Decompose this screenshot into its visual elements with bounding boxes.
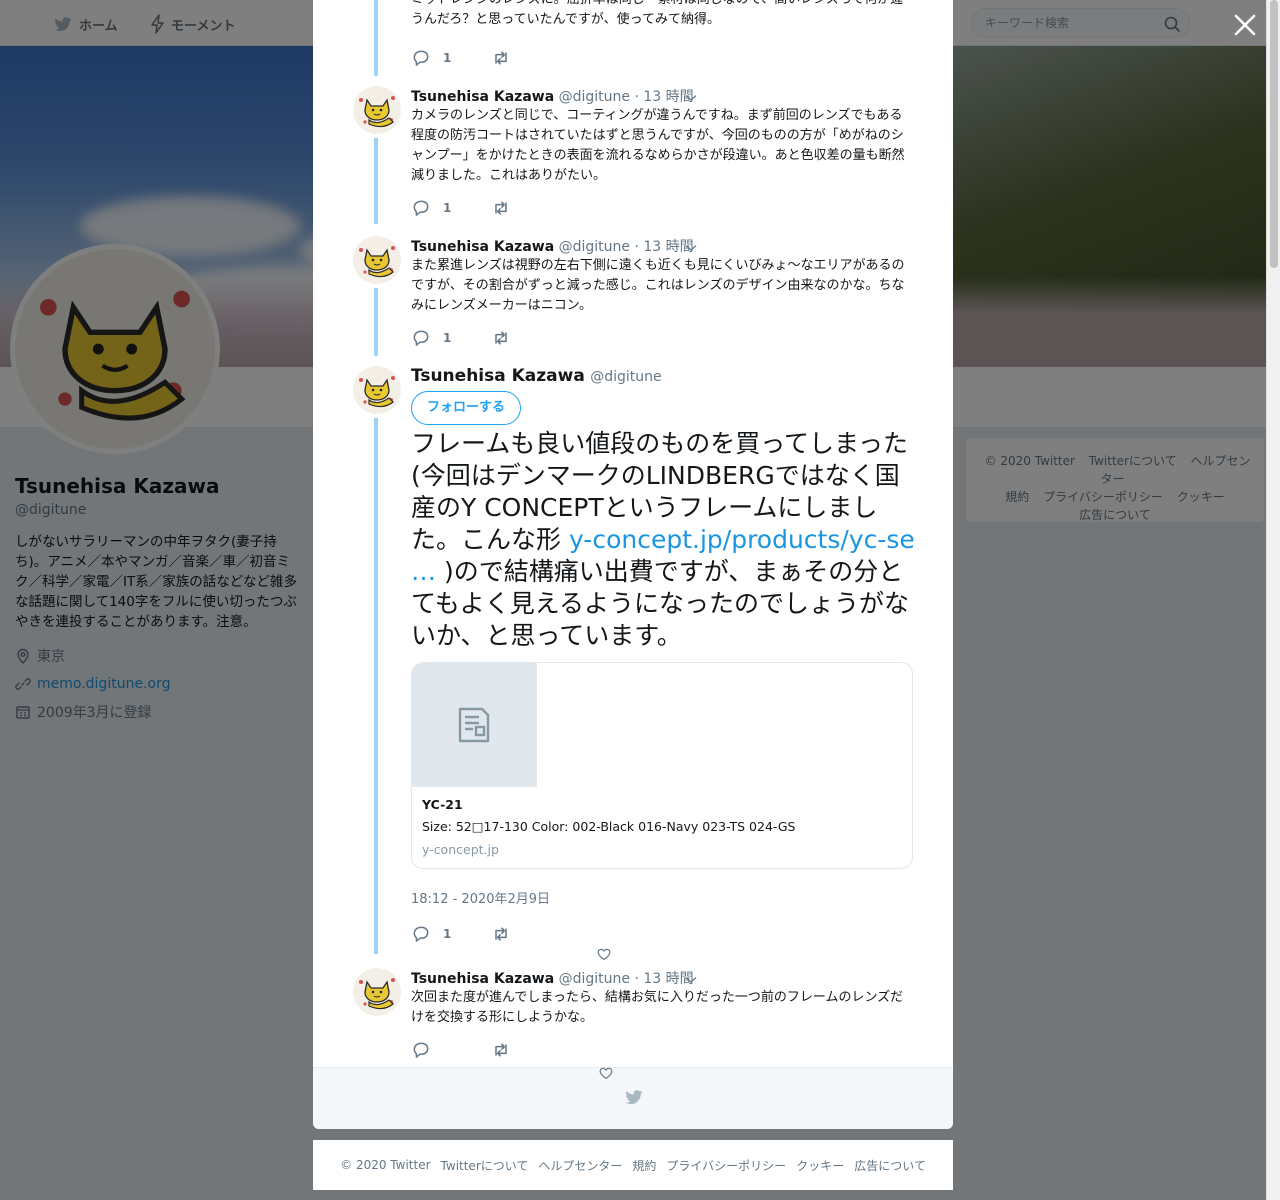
tweet-avatar[interactable] — [353, 236, 401, 284]
follow-button[interactable]: フォローする — [411, 391, 521, 425]
tweet-author-name[interactable]: Tsunehisa Kazawa — [411, 971, 554, 987]
reply-button[interactable]: 1 — [411, 328, 451, 348]
tweet-text: また累進レンズは視野の左右下側に遠くも近くも見にくいびみょ〜なエリアがあるのです… — [411, 258, 905, 313]
retweet-icon — [491, 328, 511, 348]
footer-terms[interactable]: 規約 — [632, 1157, 656, 1174]
tweet-avatar[interactable] — [353, 366, 401, 414]
tweet-date[interactable]: 18:12 - 2020年2月9日 — [411, 888, 550, 907]
retweet-button[interactable] — [491, 1040, 511, 1060]
tweet-author-handle[interactable]: @digitune — [559, 971, 630, 987]
reply-button[interactable] — [411, 1040, 431, 1060]
reply-button[interactable]: 1 — [411, 198, 451, 218]
card-domain: y-concept.jp — [422, 842, 499, 857]
main-tweet: Tsunehisa Kazawa @digitune フォローする フレームも良… — [353, 366, 915, 956]
reply-icon — [411, 48, 431, 68]
retweet-icon — [491, 924, 511, 944]
close-icon[interactable] — [1232, 12, 1258, 38]
tweet-text: ミッドレンジのレンズに。屈折率は同じ＝素材は同じなので、高いレンズって何が違うん… — [411, 0, 903, 27]
tweet-text: 次回また度が進んでしまったら、結構お気に入りだった一つ前のフレームのレンズだけを… — [411, 990, 904, 1025]
retweet-button[interactable] — [491, 328, 511, 348]
footer-about[interactable]: Twitterについて — [441, 1157, 529, 1174]
tweet-author-name[interactable]: Tsunehisa Kazawa — [411, 239, 554, 255]
tweet-text-after: )ので結構痛い出費ですが、まぁその分とてもよく見えるようになったのでしょうがない… — [411, 557, 910, 650]
thread-tweet[interactable]: Tsunehisa Kazawa @digitune · 13 時間 次回また度… — [353, 968, 913, 1068]
reply-button[interactable]: 1 — [411, 48, 451, 68]
tweet-author-name[interactable]: Tsunehisa Kazawa — [411, 366, 585, 386]
reply-count: 1 — [443, 331, 452, 345]
like-button[interactable] — [596, 946, 612, 962]
avatar-image — [353, 968, 401, 1016]
tweet-text: フレームも良い値段のものを買ってしまった(今回はデンマークのLINDBERGでは… — [411, 428, 915, 652]
retweet-icon — [491, 198, 511, 218]
heart-icon[interactable] — [598, 1065, 614, 1081]
retweet-button[interactable] — [491, 924, 511, 944]
scrollbar-thumb[interactable] — [1270, 0, 1278, 268]
tweet-modal: ミッドレンジのレンズに。屈折率は同じ＝素材は同じなので、高いレンズって何が違うん… — [313, 0, 953, 1129]
reply-count: 1 — [443, 927, 452, 941]
avatar-image — [353, 366, 401, 414]
document-icon — [458, 707, 490, 743]
card-thumbnail — [412, 663, 537, 787]
modal-bottom-bar — [313, 1067, 953, 1129]
tweet-avatar[interactable] — [353, 968, 401, 1016]
footer-privacy[interactable]: プライバシーポリシー — [666, 1157, 786, 1174]
tweet-partial[interactable]: ミッドレンジのレンズに。屈折率は同じ＝素材は同じなので、高いレンズって何が違うん… — [353, 0, 913, 76]
heart-icon — [596, 946, 612, 962]
tweet-header: Tsunehisa Kazawa @digitune · 13 時間 — [411, 236, 694, 255]
modal-footer: © 2020 Twitter Twitterについて ヘルプセンター 規約 プラ… — [313, 1140, 953, 1190]
reply-icon — [411, 924, 431, 944]
reply-button[interactable]: 1 — [411, 924, 451, 944]
retweet-icon — [491, 48, 511, 68]
link-card[interactable]: YC-21 Size: 52□17-130 Color: 002-Black 0… — [411, 662, 913, 869]
retweet-button[interactable] — [491, 48, 511, 68]
tweet-author-name[interactable]: Tsunehisa Kazawa — [411, 89, 554, 105]
footer-ads[interactable]: 広告について — [854, 1157, 926, 1174]
tweet-author-handle[interactable]: @digitune — [559, 89, 630, 105]
avatar-image — [353, 86, 401, 134]
reply-icon — [411, 328, 431, 348]
card-title: YC-21 — [422, 797, 463, 812]
avatar-image — [353, 236, 401, 284]
footer-help[interactable]: ヘルプセンター — [538, 1157, 622, 1174]
tweet-text: カメラのレンズと同じで、コーティングが違うんですね。まず前回のレンズでもある程度… — [411, 108, 905, 183]
tweet-author-handle[interactable]: @digitune — [590, 369, 661, 385]
tweet-author-handle[interactable]: @digitune — [559, 239, 630, 255]
chevron-down-icon[interactable] — [683, 240, 699, 256]
retweet-button[interactable] — [491, 198, 511, 218]
twitter-bird-icon — [623, 1087, 645, 1107]
footer-cookies[interactable]: クッキー — [796, 1157, 844, 1174]
tweet-header: Tsunehisa Kazawa @digitune — [411, 366, 662, 386]
footer-copyright: © 2020 Twitter — [340, 1158, 431, 1172]
retweet-icon — [491, 1040, 511, 1060]
thread-tweet[interactable]: Tsunehisa Kazawa @digitune · 13 時間 また累進レ… — [353, 236, 913, 356]
card-description: Size: 52□17-130 Color: 002-Black 016-Nav… — [422, 819, 796, 834]
tweet-avatar[interactable] — [353, 86, 401, 134]
reply-icon — [411, 1040, 431, 1060]
reply-count: 1 — [443, 51, 452, 65]
tweet-header: Tsunehisa Kazawa @digitune · 13 時間 — [411, 968, 694, 987]
chevron-down-icon[interactable] — [683, 90, 699, 106]
reply-icon — [411, 198, 431, 218]
page-scrollbar[interactable] — [1266, 0, 1280, 1200]
tweet-header: Tsunehisa Kazawa @digitune · 13 時間 — [411, 86, 694, 105]
reply-count: 1 — [443, 201, 452, 215]
chevron-down-icon[interactable] — [683, 972, 699, 988]
thread-tweet[interactable]: Tsunehisa Kazawa @digitune · 13 時間 カメラのレ… — [353, 86, 913, 226]
